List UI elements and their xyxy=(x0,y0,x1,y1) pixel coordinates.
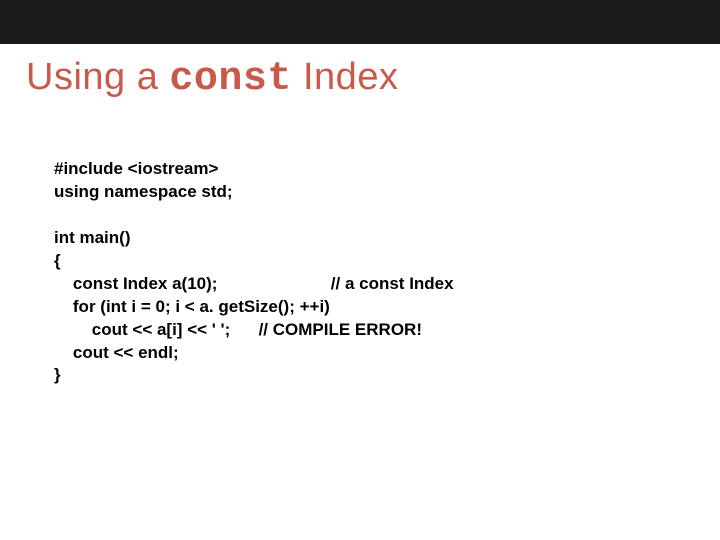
title-keyword: const xyxy=(169,57,292,102)
code-line-7: for (int i = 0; i < a. getSize(); ++i) xyxy=(54,297,330,316)
title-pre: Using a xyxy=(26,56,169,98)
code-line-4: int main() xyxy=(54,228,131,247)
code-line-2: using namespace std; xyxy=(54,182,233,201)
top-bar xyxy=(0,0,720,44)
title-post: Index xyxy=(292,56,399,98)
code-line-10: } xyxy=(54,365,61,384)
code-line-6: const Index a(10); // a const Index xyxy=(54,274,454,293)
slide-title: Using a const Index xyxy=(26,56,398,102)
code-line-1: #include <iostream> xyxy=(54,159,218,178)
code-line-5: { xyxy=(54,251,61,270)
code-line-8: cout << a[i] << ' '; // COMPILE ERROR! xyxy=(54,320,422,339)
slide: Using a const Index #include <iostream> … xyxy=(0,0,720,540)
code-line-9: cout << endl; xyxy=(54,343,179,362)
code-block: #include <iostream> using namespace std;… xyxy=(54,158,454,387)
